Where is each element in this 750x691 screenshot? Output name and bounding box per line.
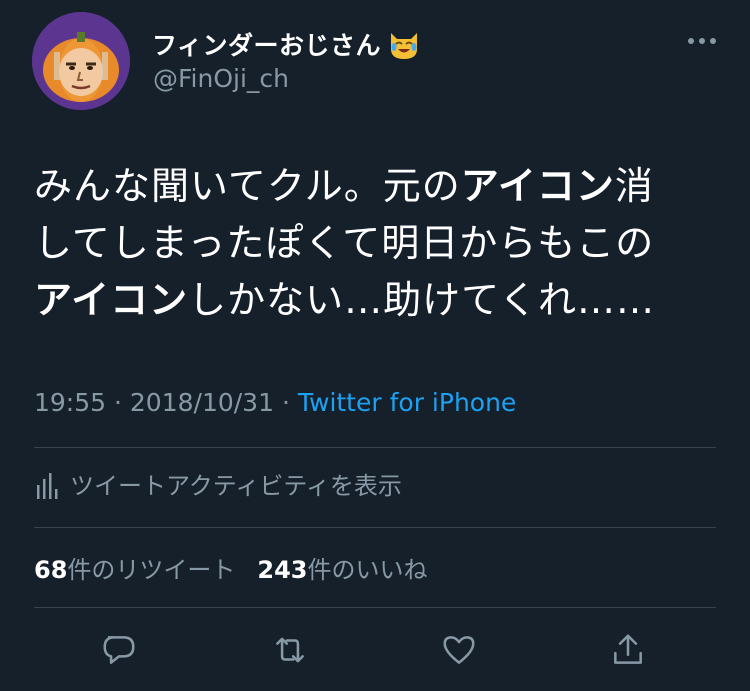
avatar[interactable] [32,12,130,110]
tweet-meta: 19:55 · 2018/10/31 · Twitter for iPhone [34,388,516,417]
likes-label: 件のいいね [307,556,428,584]
view-activity-link[interactable]: ツイートアクティビティを表示 [36,466,402,501]
reply-button[interactable] [97,628,141,672]
tweet-text-segment: 消 [614,164,654,208]
meta-separator: · [114,388,122,417]
cat-tears-of-joy-icon [391,33,418,59]
tweet-source-link[interactable]: Twitter for iPhone [298,388,516,417]
author-name[interactable]: フィンダーおじさん [152,26,381,62]
tweet-text: みんな聞いてクル。元のアイコン消 してしまったぽくて明日からもこの アイコンしか… [34,158,724,329]
tweet-text-segment: しかない…助けてくれ…… [188,278,655,322]
tweet-detail: フィンダーおじさん @FinOji_ch みんな聞いてクル。元のアイコン消 して… [0,0,750,691]
tweet-time[interactable]: 19:55 [34,388,106,417]
dot [710,38,716,44]
dot [688,38,694,44]
reply-bubble-icon [103,636,135,664]
author-handle[interactable]: @FinOji_ch [153,64,289,93]
activity-label: ツイートアクティビティを表示 [70,472,402,500]
share-button[interactable] [606,628,650,672]
more-dots-icon[interactable] [688,38,716,44]
share-icon [614,634,642,664]
likes-stat[interactable]: 243件のいいね [257,550,427,585]
author-name-row[interactable]: フィンダーおじさん [152,26,421,62]
bar-chart-icon [37,472,58,499]
divider [34,447,716,448]
action-bar [0,628,750,672]
tweet-text-bold: アイコン [460,164,615,208]
meta-separator: · [281,388,290,417]
dot [699,38,705,44]
tweet-stats: 68件のリツイート 243件のいいね [34,550,428,585]
tweet-text-segment: してしまったぽくて明日からもこの [34,221,655,265]
retweets-stat[interactable]: 68件のリツイート [34,550,235,585]
divider [34,607,716,608]
retweet-button[interactable] [268,628,312,672]
retweets-count: 68 [34,556,68,584]
retweet-icon [276,637,304,663]
tweet-text-segment: みんな聞いてクル。元の [34,164,461,208]
retweets-label: 件のリツイート [67,556,236,584]
tweet-date[interactable]: 2018/10/31 [130,388,274,417]
divider [34,527,716,528]
like-button[interactable] [437,628,481,672]
pumpkin-face-icon [32,12,130,110]
tweet-text-bold: アイコン [34,278,189,322]
heart-icon [443,636,475,664]
likes-count: 243 [257,556,308,584]
